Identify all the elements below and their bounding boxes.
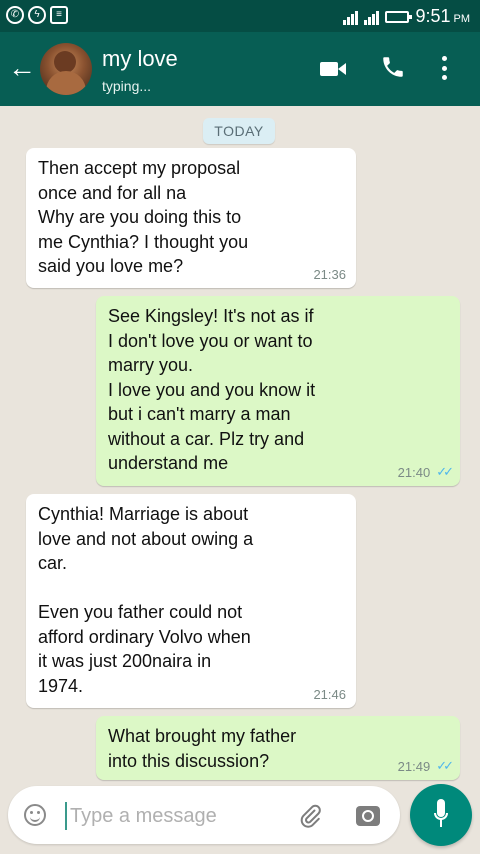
- message-meta: 21:49 ✓✓: [397, 758, 454, 774]
- message-composer: [8, 786, 400, 844]
- status-time: 9:51 PM: [415, 6, 470, 26]
- message-time: 21:36: [313, 267, 346, 282]
- mic-icon: [434, 799, 448, 831]
- contact-status: typing...: [102, 78, 152, 94]
- chat-header: ← my love typing...: [0, 32, 480, 106]
- contact-name[interactable]: my love: [102, 46, 178, 72]
- message-meta: 21:46: [313, 687, 346, 702]
- messenger-icon: ϟ: [28, 6, 46, 24]
- status-bar: ✆ ϟ ≡ 9:51 PM: [0, 0, 480, 32]
- message-input[interactable]: [68, 800, 272, 832]
- whatsapp-icon: ✆: [6, 6, 24, 24]
- message-bubble-incoming[interactable]: Then accept my proposal once and for all…: [26, 148, 356, 288]
- signal-icon: [364, 9, 380, 25]
- battery-icon: [385, 10, 413, 23]
- camera-icon[interactable]: [356, 806, 380, 826]
- signal-icon: [343, 9, 359, 25]
- message-bubble-outgoing[interactable]: What brought my father into this discuss…: [96, 716, 460, 780]
- message-text: Then accept my proposal once and for all…: [38, 158, 249, 276]
- system-icons: 9:51 PM: [343, 6, 470, 27]
- text-cursor: [65, 802, 67, 830]
- message-time: 21:40: [397, 464, 431, 480]
- message-icon: ≡: [50, 6, 68, 24]
- notification-icons: ✆ ϟ ≡: [6, 6, 68, 24]
- message-bubble-outgoing[interactable]: See Kingsley! It's not as if I don't lov…: [96, 296, 460, 486]
- message-meta: 21:40 ✓✓: [397, 464, 454, 480]
- attach-icon[interactable]: [298, 804, 322, 828]
- phone-icon[interactable]: [380, 54, 406, 80]
- avatar[interactable]: [40, 43, 92, 95]
- message-meta: 21:36: [313, 267, 346, 282]
- message-time: 21:46: [313, 687, 346, 702]
- message-time: 21:49: [397, 758, 431, 774]
- mic-button[interactable]: [410, 784, 472, 846]
- back-arrow-icon[interactable]: ←: [8, 54, 36, 82]
- message-text: Cynthia! Marriage is about love and not …: [38, 504, 254, 696]
- more-vert-icon[interactable]: [442, 56, 448, 80]
- emoji-icon[interactable]: [24, 804, 46, 826]
- read-ticks-icon: ✓✓: [436, 758, 454, 773]
- video-call-icon[interactable]: [320, 62, 346, 76]
- message-bubble-incoming[interactable]: Cynthia! Marriage is about love and not …: [26, 494, 356, 708]
- read-ticks-icon: ✓✓: [436, 464, 454, 479]
- message-text: See Kingsley! It's not as if I don't lov…: [108, 306, 316, 473]
- date-divider: TODAY: [203, 118, 275, 144]
